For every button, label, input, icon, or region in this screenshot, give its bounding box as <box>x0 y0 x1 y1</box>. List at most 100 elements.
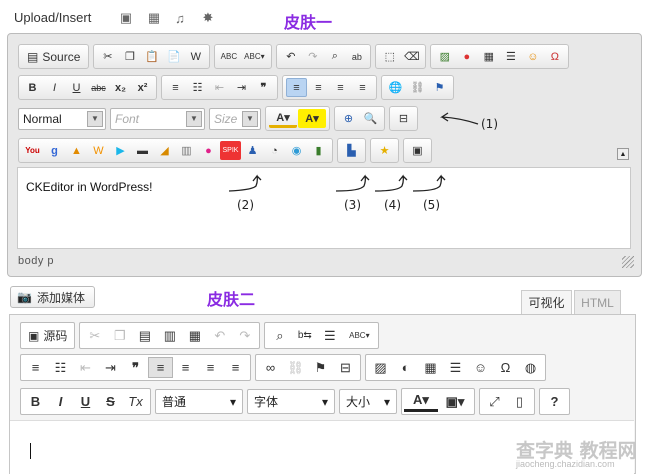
text-color-icon[interactable]: A▾ <box>269 109 297 128</box>
align-center-icon[interactable]: ≡ <box>173 357 198 378</box>
preview-icon[interactable]: 🔍 <box>360 109 381 128</box>
page-break-icon[interactable]: ⊟ <box>333 357 358 378</box>
star-icon[interactable]: ★ <box>374 141 395 160</box>
unlink-icon[interactable]: ⛓ <box>407 78 428 97</box>
link-icon[interactable]: ∞ <box>258 357 283 378</box>
horizontal-rule-icon[interactable]: ☰ <box>500 47 521 66</box>
undo-icon[interactable]: ↶ <box>207 325 232 346</box>
blockquote-icon[interactable]: ❞ <box>253 78 274 97</box>
camera-icon[interactable]: ▬ <box>132 141 153 160</box>
tab-visual[interactable]: 可视化 <box>521 290 572 314</box>
show-blocks-icon[interactable]: ▯ <box>507 391 532 412</box>
bold-icon[interactable]: B <box>23 391 48 412</box>
vimeo-icon[interactable]: ▶ <box>110 141 131 160</box>
anchor-icon[interactable]: ⚑ <box>429 78 450 97</box>
bulleted-list-icon[interactable]: ☷ <box>187 78 208 97</box>
align-left-icon[interactable]: ≡ <box>286 78 307 97</box>
gauge-icon[interactable]: ◔ <box>264 141 285 160</box>
align-center-icon[interactable]: ≡ <box>308 78 329 97</box>
wiki-icon[interactable]: W <box>88 141 109 160</box>
numbered-list-icon[interactable]: ≡ <box>165 78 186 97</box>
spike-icon[interactable]: SPIK <box>220 141 241 160</box>
google-icon[interactable]: g <box>44 141 65 160</box>
smiley-icon[interactable]: ☺ <box>468 357 493 378</box>
redo-icon[interactable]: ↷ <box>232 325 257 346</box>
maximize-icon[interactable]: ⊕ <box>338 109 359 128</box>
maximize-icon[interactable]: ⤢ <box>482 391 507 412</box>
special-char-icon[interactable]: Ω <box>544 47 565 66</box>
bg-color-icon[interactable]: A▾ <box>298 109 326 128</box>
strike-icon[interactable]: abc <box>88 78 109 97</box>
paste-word-icon[interactable]: W <box>185 47 206 66</box>
editor-content[interactable]: CKEditor in WordPress! <box>26 180 153 194</box>
copy-icon[interactable]: ❐ <box>107 325 132 346</box>
source-button[interactable]: ▤ Source <box>22 47 85 66</box>
align-right-icon[interactable]: ≡ <box>198 357 223 378</box>
italic-icon[interactable]: I <box>48 391 73 412</box>
cut-icon[interactable]: ✂ <box>97 47 118 66</box>
paste-icon[interactable]: 📋 <box>141 47 162 66</box>
indent-icon[interactable]: ⇥ <box>98 357 123 378</box>
flash-icon[interactable]: ◐ <box>393 357 418 378</box>
special-char-icon[interactable]: Ω <box>493 357 518 378</box>
select-all-icon[interactable]: ⬚ <box>379 47 400 66</box>
find-icon[interactable]: ⌕ <box>267 325 292 346</box>
bold-icon[interactable]: B <box>22 78 43 97</box>
tab-html[interactable]: HTML <box>574 290 621 314</box>
film-icon[interactable]: ▮ <box>308 141 329 160</box>
paste-text-icon[interactable]: 📄 <box>163 47 184 66</box>
blockquote-icon[interactable]: ❞ <box>123 357 148 378</box>
table-icon[interactable]: ▦ <box>478 47 499 66</box>
remove-format-icon[interactable]: ⌫ <box>401 47 422 66</box>
media-upload-icon[interactable]: ✸ <box>200 10 216 26</box>
paste-word-icon[interactable]: ▦ <box>182 325 207 346</box>
grid-icon[interactable]: ▥ <box>176 141 197 160</box>
copy-icon[interactable]: ❐ <box>119 47 140 66</box>
font-select[interactable]: 字体 ▾ <box>247 389 335 414</box>
outdent-icon[interactable]: ⇤ <box>73 357 98 378</box>
align-justify-icon[interactable]: ≡ <box>352 78 373 97</box>
link-icon[interactable]: 🌐 <box>385 78 406 97</box>
outdent-icon[interactable]: ⇤ <box>209 78 230 97</box>
add-media-button[interactable]: 📷 添加媒体 <box>10 286 95 308</box>
unlink-icon[interactable]: ⛓ <box>283 357 308 378</box>
video-upload-icon[interactable]: ▦ <box>146 10 162 26</box>
underline-icon[interactable]: U <box>66 78 87 97</box>
remove-format-icon[interactable]: Tx <box>123 391 148 412</box>
collapse-toolbar-icon[interactable]: ▲ <box>617 148 629 160</box>
font-select[interactable]: Font ▼ <box>110 107 205 130</box>
align-right-icon[interactable]: ≡ <box>330 78 351 97</box>
spell-check-icon[interactable]: ABC <box>218 47 239 66</box>
format-select[interactable]: Normal ▼ <box>18 107 106 130</box>
italic-icon[interactable]: I <box>44 78 65 97</box>
subscript-icon[interactable]: x₂ <box>110 78 131 97</box>
undo-icon[interactable]: ↶ <box>280 47 301 66</box>
align-left-icon[interactable]: ≡ <box>148 357 173 378</box>
replace-icon[interactable]: b⇆ <box>292 325 317 346</box>
text-color-icon[interactable]: A▾ <box>404 391 438 412</box>
template-icon[interactable]: ▣ <box>407 141 428 160</box>
size-select[interactable]: Size ▼ <box>209 107 261 130</box>
spell-check-menu-icon[interactable]: ABC▾ <box>240 47 268 66</box>
redo-icon[interactable]: ↷ <box>302 47 323 66</box>
indent-icon[interactable]: ⇥ <box>231 78 252 97</box>
size-select[interactable]: 大小 ▾ <box>339 389 397 414</box>
circle-q-icon[interactable]: ◉ <box>286 141 307 160</box>
triangle-icon[interactable]: ▲ <box>66 141 87 160</box>
numbered-list-icon[interactable]: ≡ <box>23 357 48 378</box>
underline-icon[interactable]: U <box>73 391 98 412</box>
youtube-icon[interactable]: You <box>22 141 43 160</box>
select-all-icon[interactable]: ☰ <box>317 325 342 346</box>
image-upload-icon[interactable]: ▣ <box>118 10 134 26</box>
globe-icon[interactable]: ◍ <box>518 357 543 378</box>
page-break-icon[interactable]: ⊟ <box>393 109 414 128</box>
source-button[interactable]: ▣ 源码 <box>23 326 72 345</box>
smiley-icon[interactable]: ☺ <box>522 47 543 66</box>
help-icon[interactable]: ? <box>542 391 567 412</box>
superscript-icon[interactable]: x² <box>132 78 153 97</box>
paste-text-icon[interactable]: ▥ <box>157 325 182 346</box>
spell-check-icon[interactable]: ABC▾ <box>342 325 376 346</box>
image-icon[interactable]: ▨ <box>368 357 393 378</box>
bird-icon[interactable]: ◢ <box>154 141 175 160</box>
strike-icon[interactable]: S <box>98 391 123 412</box>
